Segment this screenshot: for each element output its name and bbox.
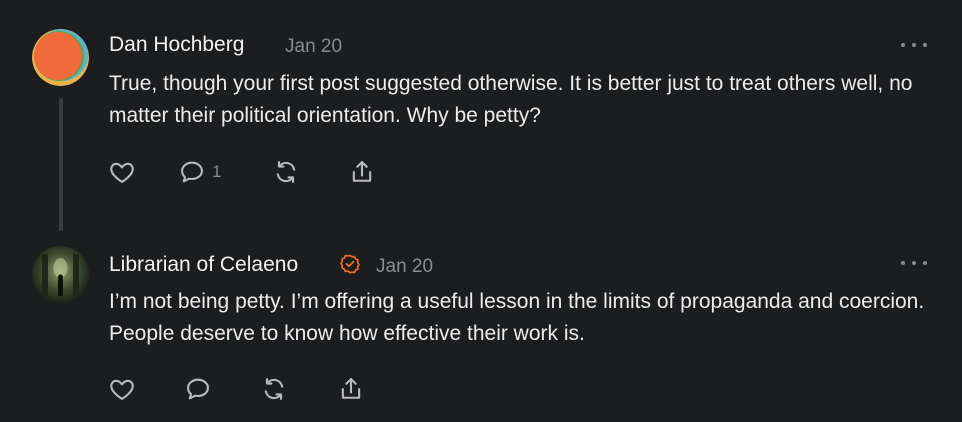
post-body: True, though your first post suggested o… bbox=[109, 72, 913, 127]
avatar-image bbox=[32, 29, 89, 86]
more-options-icon[interactable] bbox=[901, 258, 927, 268]
repost-button[interactable] bbox=[260, 375, 288, 403]
post-date[interactable]: Jan 20 bbox=[376, 256, 433, 278]
repost-icon bbox=[264, 378, 284, 400]
reply-button[interactable] bbox=[184, 375, 212, 403]
verified-badge-icon bbox=[340, 254, 360, 274]
share-button[interactable] bbox=[348, 158, 376, 186]
post-2: Librarian of Celaeno Jan 20 I’m not bein… bbox=[0, 240, 962, 422]
post-date[interactable]: Jan 20 bbox=[285, 36, 342, 58]
thread-line bbox=[59, 98, 63, 231]
reply-button[interactable]: 1 bbox=[178, 158, 221, 186]
avatar-image bbox=[32, 246, 89, 303]
repost-button[interactable] bbox=[272, 158, 300, 186]
share-icon bbox=[341, 378, 361, 399]
reply-count: 1 bbox=[212, 162, 222, 181]
avatar-librarian-of-celaeno[interactable] bbox=[32, 246, 89, 303]
author-name[interactable]: Dan Hochberg bbox=[109, 33, 244, 57]
share-button[interactable] bbox=[337, 375, 365, 403]
post-1: Dan Hochberg Jan 20 True, though your fi… bbox=[0, 0, 962, 240]
heart-icon bbox=[110, 162, 134, 183]
share-icon bbox=[352, 161, 372, 182]
comment-icon bbox=[181, 161, 203, 183]
avatar-dan-hochberg[interactable] bbox=[32, 29, 89, 86]
heart-icon bbox=[110, 379, 134, 400]
post-body: I’m not being petty. I’m offering a usef… bbox=[109, 290, 925, 345]
more-options-icon[interactable] bbox=[901, 40, 927, 50]
like-button[interactable] bbox=[108, 158, 136, 186]
author-name[interactable]: Librarian of Celaeno bbox=[109, 253, 298, 277]
repost-icon bbox=[276, 161, 296, 183]
like-button[interactable] bbox=[108, 375, 136, 403]
comment-icon bbox=[187, 378, 209, 400]
